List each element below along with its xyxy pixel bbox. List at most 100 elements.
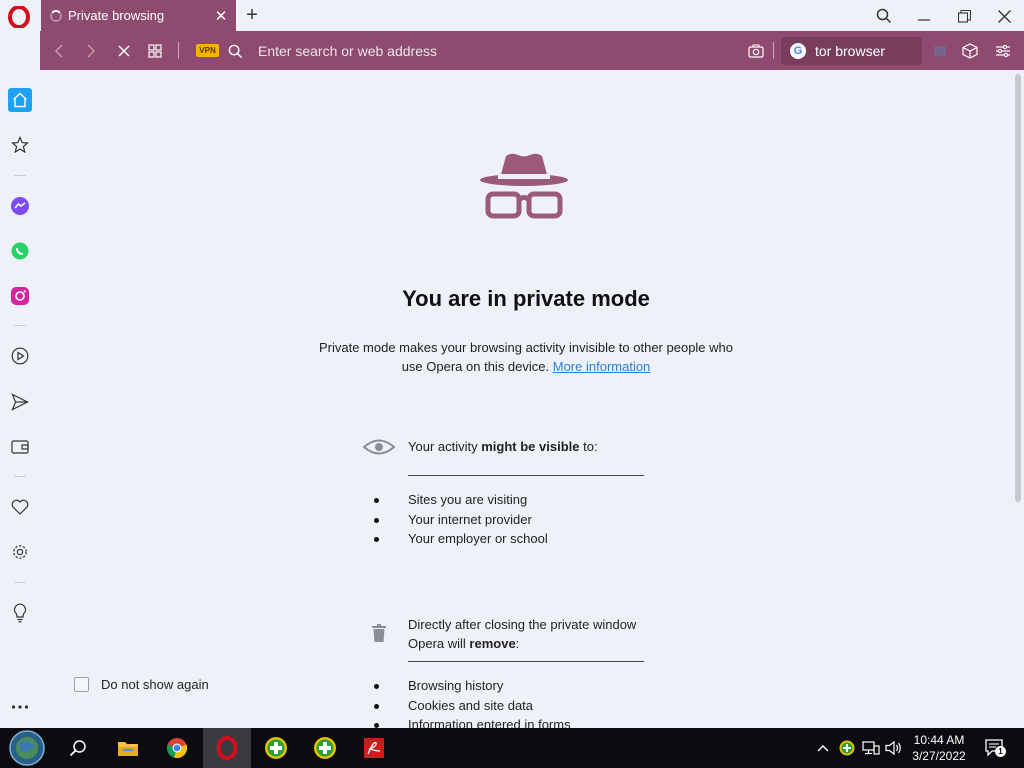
remove-section-heading: Directly after closing the private windo… (408, 615, 636, 653)
system-clock[interactable]: 10:44 AM 3/27/2022 (905, 732, 973, 764)
heart-icon (11, 499, 29, 515)
chrome-icon (166, 738, 188, 759)
restore-icon (957, 9, 971, 23)
star-icon (11, 136, 29, 154)
visible-section-heading: Your activity might be visible to: (408, 437, 598, 456)
sidebar-item-speed-dial[interactable] (8, 133, 32, 157)
taskbar-file-explorer[interactable] (104, 728, 152, 768)
sidebar-item-player[interactable] (8, 344, 32, 368)
tab-snapshot-button[interactable] (145, 41, 165, 61)
chevron-up-icon (817, 745, 829, 752)
taskbar-pdf-reader[interactable] (350, 728, 398, 768)
new-tab-button[interactable]: + (242, 4, 262, 26)
notification-count-badge: 1 (995, 746, 1006, 757)
sidebar-divider (14, 325, 26, 326)
settings-sliders-icon (996, 44, 1010, 58)
forward-button[interactable] (81, 41, 101, 61)
more-information-link[interactable]: More information (553, 359, 651, 374)
remove-heading-prefix: Opera will (408, 636, 470, 651)
clock-time: 10:44 AM (913, 733, 965, 747)
search-icon (228, 44, 242, 58)
search-tabs-button[interactable] (869, 5, 899, 27)
close-icon (997, 9, 1011, 23)
minimize-button[interactable] (909, 5, 939, 27)
easy-setup-button[interactable] (993, 41, 1013, 61)
close-icon (118, 45, 130, 57)
play-icon (11, 347, 29, 365)
home-icon (13, 92, 27, 108)
search-box[interactable]: G tor browser (781, 37, 922, 65)
google-icon: G (790, 43, 806, 59)
sidebar-item-home[interactable] (8, 88, 32, 112)
list-item: Your internet provider (372, 510, 548, 530)
sidebar-item-messenger[interactable] (8, 194, 32, 218)
list-item: Information entered in forms (372, 715, 571, 728)
sidebar-divider (14, 582, 26, 583)
sidebar-item-tips[interactable] (8, 601, 32, 625)
taskbar-chrome[interactable] (153, 728, 201, 768)
sidebar-item-instagram[interactable] (8, 284, 32, 308)
visible-heading-prefix: Your activity (408, 439, 482, 454)
network-status[interactable] (861, 738, 881, 758)
start-button[interactable] (3, 728, 51, 768)
sidebar-item-whatsapp[interactable] (8, 239, 32, 263)
close-window-button[interactable] (989, 5, 1019, 27)
eye-icon (363, 439, 395, 455)
remove-heading-bold: remove (469, 636, 516, 651)
lightbulb-icon (13, 603, 27, 623)
show-hidden-icons-button[interactable] (813, 738, 833, 758)
sidebar-item-my-flow[interactable] (8, 390, 32, 414)
sidebar-divider (14, 476, 26, 477)
more-icon (11, 705, 29, 709)
cube-icon (962, 43, 978, 59)
tab-private-browsing[interactable]: Private browsing ✕ (41, 0, 236, 31)
speaker-icon (885, 740, 901, 756)
checkbox-box[interactable] (74, 677, 89, 692)
address-bar: VPN G tor browser (40, 31, 1024, 70)
extensions-button[interactable] (960, 41, 980, 61)
back-button[interactable] (49, 41, 69, 61)
scrollbar[interactable] (1015, 74, 1021, 502)
tab-close-icon[interactable]: ✕ (210, 7, 232, 25)
remove-heading-suffix: : (515, 636, 520, 651)
loading-spinner-icon (50, 9, 62, 22)
page-description: Private mode makes your browsing activit… (312, 338, 740, 376)
vpn-badge[interactable]: VPN (196, 44, 219, 57)
sidebar-item-wallet[interactable] (8, 435, 32, 459)
sidebar-more-button[interactable] (8, 695, 32, 719)
wallet-icon (934, 46, 946, 56)
sidebar-item-bookmarks[interactable] (8, 495, 32, 519)
folder-icon (118, 742, 138, 756)
volume-control[interactable] (884, 738, 904, 758)
page-title: You are in private mode (402, 286, 650, 311)
snapshot-button[interactable] (746, 41, 766, 61)
tray-app-icon[interactable] (837, 738, 857, 758)
camera-icon (748, 44, 764, 58)
divider (178, 42, 179, 59)
chevron-left-icon (54, 44, 63, 58)
visible-list: Sites you are visiting Your internet pro… (372, 490, 548, 549)
network-icon (862, 741, 880, 755)
taskbar-opera[interactable] (203, 728, 251, 768)
taskbar-app-green-plus[interactable] (252, 728, 300, 768)
whatsapp-icon (11, 242, 29, 260)
remove-heading-line1: Directly after closing the private windo… (408, 617, 637, 632)
gear-icon (13, 545, 27, 559)
sidebar-item-settings[interactable] (8, 540, 32, 564)
action-center-button[interactable]: 1 (983, 738, 1007, 758)
taskbar-search-button[interactable] (54, 728, 102, 768)
address-search-icon (225, 41, 245, 61)
wallet-button[interactable] (930, 41, 950, 61)
divider (408, 661, 644, 662)
do-not-show-again-checkbox[interactable]: Do not show again (74, 677, 209, 692)
pdf-icon (364, 738, 384, 758)
address-input[interactable] (258, 39, 728, 63)
incognito-icon (480, 153, 568, 219)
messenger-icon (11, 197, 29, 215)
stop-loading-button[interactable] (114, 41, 134, 61)
opera-logo-icon[interactable] (8, 6, 30, 28)
title-bar: Private browsing ✕ + (0, 0, 1024, 31)
taskbar-app-green-plus-2[interactable] (301, 728, 349, 768)
sidebar (0, 70, 40, 728)
restore-button[interactable] (949, 5, 979, 27)
